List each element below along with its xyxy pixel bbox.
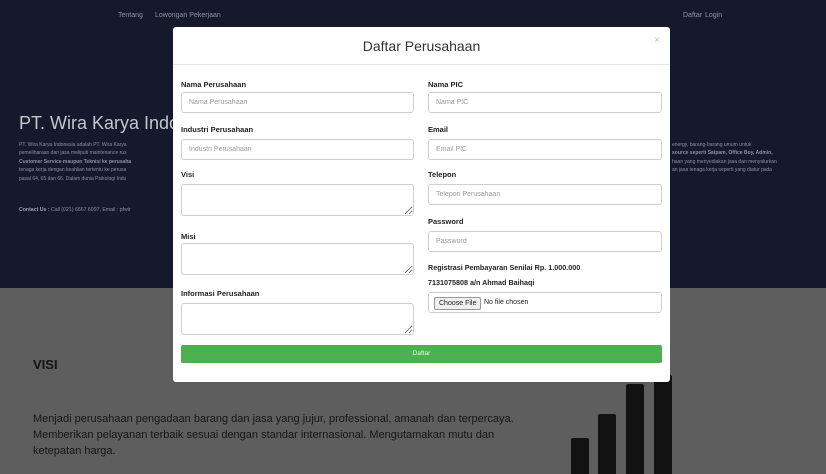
hero-line: energy, barang-barang umum untuk <box>672 142 752 148</box>
hero-line: tenaga kerja dengan keahlian tertentu ke… <box>19 167 127 174</box>
decor-bar-4 <box>654 375 672 474</box>
hero-line: Customer Service maupun Teknisi ke perus… <box>19 158 132 165</box>
visi-label: Visi <box>181 170 195 179</box>
informasi-perusahaan-label: Informasi Perusahaan <box>181 289 260 298</box>
nav-login[interactable]: Login <box>705 12 722 19</box>
nama-perusahaan-input[interactable] <box>181 92 414 113</box>
password-label: Password <box>428 217 464 226</box>
visi-text: Menjadi perusahaan pengadaan barang dan … <box>33 413 514 457</box>
nama-pic-input[interactable] <box>428 92 662 113</box>
file-status: No file chosen <box>484 299 529 306</box>
payment-proof-file-input[interactable]: Choose File No file chosen <box>428 292 662 313</box>
nav-lowongan[interactable]: Lowongan Pekerjaan <box>155 12 221 19</box>
register-company-modal: Daftar Perusahaan × Nama Perusahaan Indu… <box>173 27 670 382</box>
telepon-label: Telepon <box>428 170 457 179</box>
industri-perusahaan-input[interactable] <box>181 139 414 160</box>
modal-title: Daftar Perusahaan <box>362 38 481 54</box>
choose-file-button[interactable]: Choose File <box>434 297 482 310</box>
contact-info: Contact Us : Call (021) 6667 6097, Email… <box>19 207 131 213</box>
decor-bar-1 <box>571 438 589 474</box>
nama-pic-label: Nama PIC <box>428 80 464 89</box>
contact-value: Call (021) 6667 6097, Email : pfwir <box>51 207 131 213</box>
misi-textarea[interactable] <box>181 243 414 275</box>
close-icon[interactable]: × <box>654 35 660 46</box>
modal-header: Daftar Perusahaan × <box>173 27 670 65</box>
nav-daftar[interactable]: Daftar <box>683 12 702 19</box>
informasi-perusahaan-textarea[interactable] <box>181 303 414 335</box>
daftar-submit-button[interactable]: Daftar <box>181 345 662 363</box>
hero-description-left: PT. Wira Karya Indonesia adalah PT. Wira… <box>19 141 199 183</box>
industri-perusahaan-label: Industri Perusahaan <box>181 125 254 134</box>
hero-line: source seperti Satpam, Office Boy, Admin… <box>672 150 773 157</box>
nav-tentang[interactable]: Tentang <box>118 12 143 19</box>
registration-account-text: 7131075808 a/n Ahmad Baihaqi <box>428 278 535 287</box>
hero-line: pemeliharaan dan jasa meliputi maintenan… <box>19 150 127 157</box>
hero-line: haan yang menyediakan jasa dan menyalurk… <box>672 158 777 165</box>
decor-bar-2 <box>598 414 616 474</box>
hero-description-right: energy, barang-barang umum untuk source … <box>672 141 826 175</box>
visi-title: VISI <box>33 357 58 372</box>
telepon-input[interactable] <box>428 184 662 205</box>
registration-fee-text: Registrasi Pembayaran Senilai Rp. 1.000.… <box>428 263 581 272</box>
password-input[interactable] <box>428 231 662 252</box>
visi-textarea[interactable] <box>181 184 414 216</box>
decor-bar-3 <box>626 384 644 474</box>
hero-line: PT. Wira Karya Indonesia adalah PT. Wira… <box>19 142 127 148</box>
hero-line: pasal 64, 65 dan 66. Dalam dunia Psikolo… <box>19 175 127 182</box>
email-input[interactable] <box>428 139 662 160</box>
contact-label: Contact Us : <box>19 207 50 213</box>
misi-label: Misi <box>181 232 196 241</box>
nama-perusahaan-label: Nama Perusahaan <box>181 80 247 89</box>
email-label: Email <box>428 125 449 134</box>
hero-line: an jasa tenaga kerja seperti yang diatur… <box>672 167 773 174</box>
